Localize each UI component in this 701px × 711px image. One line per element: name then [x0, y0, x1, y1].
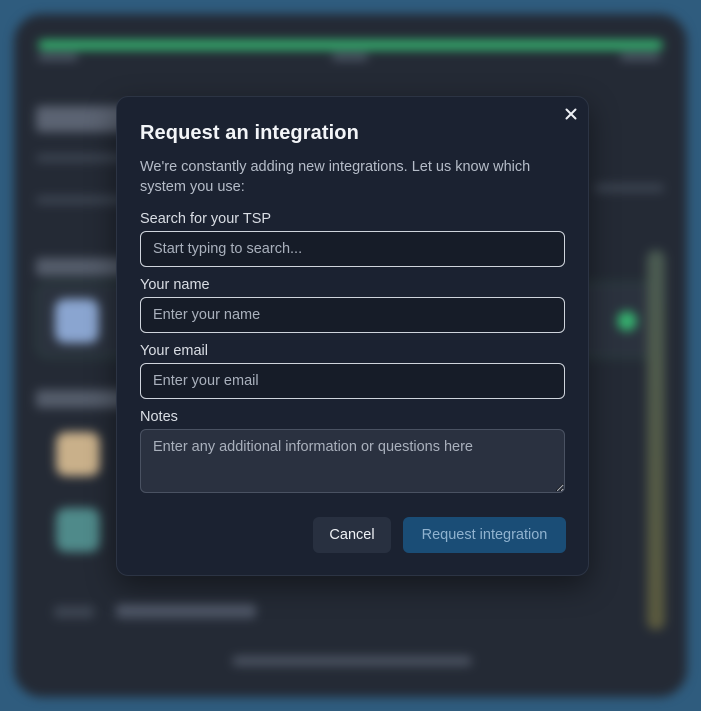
email-input[interactable] — [140, 363, 565, 399]
cancel-button[interactable]: Cancel — [313, 517, 391, 553]
name-input[interactable] — [140, 297, 565, 333]
tsp-search-input[interactable] — [140, 231, 565, 267]
background-text-line — [54, 606, 94, 618]
dialog-description: We're constantly adding new integrations… — [140, 159, 531, 195]
background-avatar — [56, 508, 100, 552]
request-integration-dialog: Request an integration We're constantly … — [116, 96, 589, 576]
email-label: Your email — [140, 343, 208, 359]
name-label: Your name — [140, 277, 210, 293]
request-integration-button[interactable]: Request integration — [403, 517, 566, 553]
dialog-title: Request an integration — [140, 122, 359, 144]
background-text-line — [116, 604, 256, 618]
background-scrollbar — [647, 250, 665, 630]
tsp-search-label: Search for your TSP — [140, 211, 272, 227]
background-section-heading — [36, 258, 126, 276]
background-avatar — [56, 432, 100, 476]
notes-textarea[interactable] — [140, 429, 565, 493]
background-status-dot — [617, 311, 637, 331]
background-text-line — [594, 184, 664, 192]
background-avatar — [55, 299, 99, 343]
close-button[interactable] — [562, 105, 580, 123]
background-section-heading — [36, 390, 126, 408]
background-progress-bar — [38, 40, 663, 50]
background-footer-text — [232, 656, 472, 666]
close-icon — [565, 108, 577, 120]
notes-label: Notes — [140, 409, 178, 425]
